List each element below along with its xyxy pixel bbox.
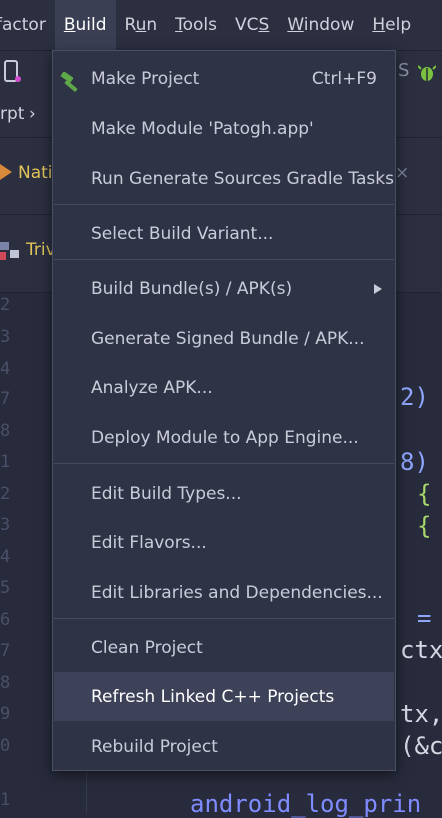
menu-item-deploy-module[interactable]: Deploy Module to App Engine... bbox=[54, 421, 394, 455]
menu-tools-label: ools bbox=[182, 15, 218, 35]
line-number: 0 bbox=[0, 736, 11, 756]
code-fragment: ctx bbox=[400, 636, 442, 664]
menu-item-label: Refresh Linked C++ Projects bbox=[91, 687, 335, 707]
line-number: 6 bbox=[0, 610, 11, 630]
menu-item-label: Clean Project bbox=[91, 638, 203, 658]
native-file-icon bbox=[0, 164, 12, 180]
menu-item-label: Rebuild Project bbox=[91, 737, 218, 757]
menu-refactor-label: factor bbox=[0, 15, 46, 35]
menu-item-shortcut: Ctrl+F9 bbox=[311, 69, 377, 89]
line-number: 2 bbox=[0, 295, 11, 315]
menu-item-edit-build-types[interactable]: Edit Build Types... bbox=[54, 477, 394, 511]
menu-window-label: indow bbox=[303, 15, 355, 35]
code-fragment: android_log_prin bbox=[190, 790, 422, 818]
menu-vcs[interactable]: VCS bbox=[226, 0, 278, 50]
hammer-icon bbox=[60, 72, 78, 92]
menu-item-label: Deploy Module to App Engine... bbox=[91, 428, 359, 448]
menu-tools-mnemonic: T bbox=[175, 15, 183, 35]
tab-native[interactable]: Nati bbox=[18, 163, 53, 183]
menu-item-run-generate-sources[interactable]: Run Generate Sources Gradle Tasks bbox=[54, 162, 394, 196]
menu-item-edit-libraries[interactable]: Edit Libraries and Dependencies... bbox=[54, 576, 394, 610]
line-number: 4 bbox=[0, 359, 11, 379]
structure-icon bbox=[0, 242, 19, 260]
menu-separator bbox=[54, 204, 394, 205]
line-number: 8 bbox=[0, 673, 11, 693]
menu-item-clean-project[interactable]: Clean Project bbox=[54, 631, 394, 665]
line-number: 9 bbox=[0, 704, 11, 724]
code-fragment: { bbox=[417, 512, 432, 540]
menu-item-refresh-linked-cpp[interactable]: Refresh Linked C++ Projects bbox=[54, 672, 394, 721]
menu-item-analyze-apk[interactable]: Analyze APK... bbox=[54, 371, 394, 405]
code-fragment: = bbox=[417, 604, 432, 632]
menu-item-label: Build Bundle(s) / APK(s) bbox=[91, 279, 293, 299]
menu-bar: factor Build Run Tools VCS Window Help bbox=[0, 0, 442, 51]
menu-item-build-bundles-apks[interactable]: Build Bundle(s) / APK(s) bbox=[54, 272, 394, 306]
menu-item-make-module[interactable]: Make Module 'Patogh.app' bbox=[54, 112, 394, 146]
menu-item-label: Run Generate Sources Gradle Tasks bbox=[91, 169, 394, 189]
menu-help[interactable]: Help bbox=[363, 0, 420, 50]
menu-separator bbox=[54, 259, 394, 260]
line-number: 3 bbox=[0, 327, 11, 347]
debug-icon[interactable] bbox=[418, 63, 436, 83]
line-number: 1 bbox=[0, 790, 11, 810]
menu-item-label: Generate Signed Bundle / APK... bbox=[91, 329, 365, 349]
menu-item-label: Edit Libraries and Dependencies... bbox=[91, 583, 383, 603]
menu-item-label: Select Build Variant... bbox=[91, 224, 274, 244]
line-number: 2 bbox=[0, 484, 11, 504]
menu-tools[interactable]: Tools bbox=[166, 0, 226, 50]
code-fragment: 8) bbox=[400, 448, 429, 476]
device-status-dot bbox=[15, 76, 21, 82]
menu-item-generate-signed[interactable]: Generate Signed Bundle / APK... bbox=[54, 322, 394, 356]
line-number: 1 bbox=[0, 452, 11, 472]
menu-run[interactable]: Run bbox=[116, 0, 167, 50]
code-fragment: { bbox=[417, 480, 432, 508]
menu-window-mnemonic: W bbox=[287, 15, 304, 35]
menu-item-label: Edit Build Types... bbox=[91, 484, 242, 504]
menu-item-label: Make Module 'Patogh.app' bbox=[91, 119, 314, 139]
tab-close-icon[interactable]: × bbox=[395, 163, 409, 183]
line-number: 3 bbox=[0, 515, 11, 535]
line-number: 7 bbox=[0, 641, 11, 661]
menu-item-rebuild-project[interactable]: Rebuild Project bbox=[54, 730, 394, 764]
menu-item-label: Make Project bbox=[91, 69, 200, 89]
menu-separator bbox=[54, 463, 394, 464]
menu-item-make-project[interactable]: Make Project Ctrl+F9 bbox=[54, 62, 394, 96]
line-number: 7 bbox=[0, 389, 11, 409]
line-number: 5 bbox=[0, 578, 11, 598]
menu-item-select-build-variant[interactable]: Select Build Variant... bbox=[54, 217, 394, 251]
menu-vcs-prefix: VC bbox=[235, 15, 259, 35]
menu-build-mnemonic: B bbox=[63, 15, 76, 35]
submenu-arrow-icon bbox=[374, 284, 382, 294]
menu-build-label: uild bbox=[75, 15, 107, 35]
menu-refactor[interactable]: factor bbox=[0, 0, 55, 50]
menu-item-label: Analyze APK... bbox=[91, 378, 213, 398]
breadcrumb-chevron-icon: › bbox=[29, 104, 36, 124]
code-fragment: (&c bbox=[400, 732, 442, 760]
code-fragment: tx, bbox=[400, 700, 442, 728]
menu-window[interactable]: Window bbox=[278, 0, 363, 50]
menu-run-rest: n bbox=[146, 15, 158, 35]
menu-run-mnemonic: u bbox=[135, 15, 147, 35]
line-number: 4 bbox=[0, 547, 11, 567]
breadcrumb[interactable]: rpt bbox=[0, 104, 24, 124]
menu-run-prefix: R bbox=[124, 15, 136, 35]
menu-help-mnemonic: H bbox=[372, 15, 386, 35]
sync-icon[interactable]: S bbox=[398, 60, 409, 81]
line-number: 8 bbox=[0, 421, 11, 441]
menu-vcs-mnemonic: S bbox=[258, 15, 270, 35]
code-fragment: 2) bbox=[400, 383, 429, 411]
build-menu-dropdown: Make Project Ctrl+F9 Make Module 'Patogh… bbox=[52, 50, 396, 771]
menu-build[interactable]: Build bbox=[54, 0, 116, 50]
menu-item-label: Edit Flavors... bbox=[91, 533, 207, 553]
menu-separator bbox=[54, 618, 394, 619]
menu-help-label: elp bbox=[385, 15, 412, 35]
menu-item-edit-flavors[interactable]: Edit Flavors... bbox=[54, 526, 394, 560]
